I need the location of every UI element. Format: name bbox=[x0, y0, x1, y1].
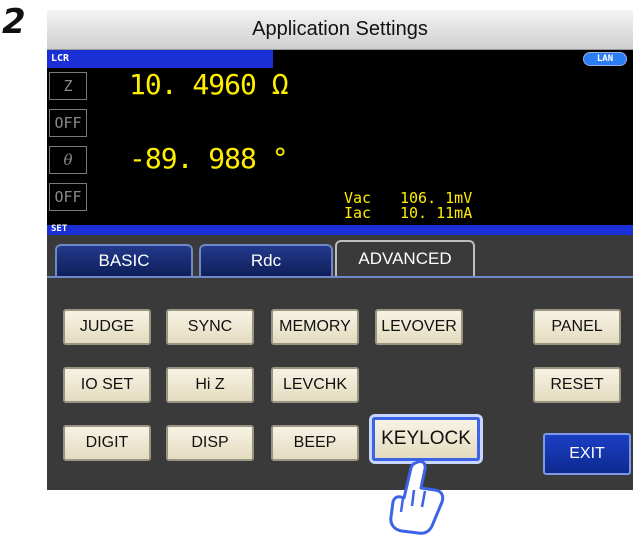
param1-value: 10. 4960 Ω bbox=[129, 68, 289, 101]
set-status-bar: SET bbox=[47, 224, 633, 235]
digit-button[interactable]: DIGIT bbox=[63, 425, 151, 461]
memory-button[interactable]: MEMORY bbox=[271, 309, 359, 345]
param2-selector[interactable]: OFF bbox=[49, 109, 87, 137]
settings-panel: BASIC Rdc ADVANCED JUDGE SYNC MEMORY LEV… bbox=[47, 235, 633, 490]
param1-selector[interactable]: Z bbox=[49, 72, 87, 100]
lcr-label: LCR bbox=[51, 53, 70, 64]
levchk-button[interactable]: LEVCHK bbox=[271, 367, 359, 403]
iac-value: 10. 11mA bbox=[400, 204, 473, 222]
io-set-button[interactable]: IO SET bbox=[63, 367, 151, 403]
set-label: SET bbox=[51, 224, 68, 234]
reset-button[interactable]: RESET bbox=[533, 367, 621, 403]
param3-value: -89. 988 ° bbox=[129, 142, 289, 175]
hi-z-button[interactable]: Hi Z bbox=[166, 367, 254, 403]
disp-button[interactable]: DISP bbox=[166, 425, 254, 461]
judge-button[interactable]: JUDGE bbox=[63, 309, 151, 345]
param4-selector[interactable]: OFF bbox=[49, 183, 87, 211]
levover-button[interactable]: LEVOVER bbox=[375, 309, 463, 345]
param3-selector[interactable]: θ bbox=[49, 146, 87, 174]
tab-rdc[interactable]: Rdc bbox=[199, 244, 333, 276]
tab-basic[interactable]: BASIC bbox=[55, 244, 193, 276]
lan-badge: LAN bbox=[583, 52, 627, 66]
tab-advanced[interactable]: ADVANCED bbox=[335, 240, 475, 276]
sync-button[interactable]: SYNC bbox=[166, 309, 254, 345]
instrument-screen: LCR LAN Z 10. 4960 Ω OFF θ -89. 988 ° OF… bbox=[47, 50, 633, 490]
iac-label: Iac bbox=[344, 204, 372, 222]
hand-pointer-icon bbox=[389, 460, 445, 535]
window-title: Application Settings bbox=[47, 10, 633, 50]
keylock-button[interactable]: KEYLOCK bbox=[372, 417, 480, 461]
lcr-status-bar: LCR LAN bbox=[47, 50, 633, 68]
panel-button[interactable]: PANEL bbox=[533, 309, 621, 345]
step-number: 2 bbox=[2, 2, 26, 42]
exit-button[interactable]: EXIT bbox=[543, 433, 631, 475]
beep-button[interactable]: BEEP bbox=[271, 425, 359, 461]
